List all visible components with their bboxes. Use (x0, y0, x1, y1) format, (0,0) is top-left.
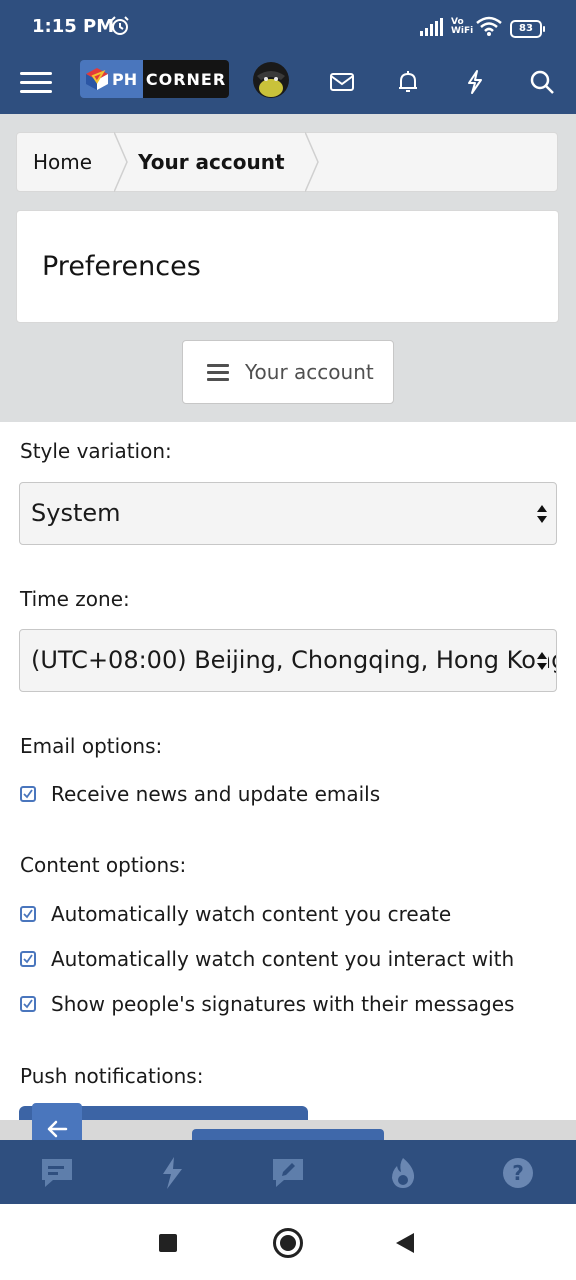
envelope-icon[interactable] (328, 68, 356, 96)
time-zone-label: Time zone: (20, 587, 130, 611)
checkbox-label: Automatically watch content you interact… (51, 947, 515, 971)
checkbox-label: Show people's signatures with their mess… (51, 992, 515, 1016)
page-title-text: Preferences (42, 251, 201, 282)
breadcrumb-separator-icon (304, 132, 319, 192)
edit-icon[interactable] (270, 1156, 306, 1190)
wifi-icon (476, 16, 502, 36)
battery-indicator: 83 (510, 20, 545, 38)
email-options-label: Email options: (20, 734, 163, 758)
your-account-button[interactable]: Your account (182, 340, 394, 404)
checkbox-show-signatures[interactable]: Show people's signatures with their mess… (20, 990, 514, 1018)
push-notifications-label: Push notifications: (20, 1064, 204, 1088)
bottom-tab-bar: ? (0, 1140, 576, 1204)
time-zone-select[interactable]: (UTC+08:00) Beijing, Chongqing, Hong Kon… (19, 629, 557, 692)
logo-cube-icon (86, 68, 108, 90)
menu-icon[interactable] (20, 66, 52, 98)
bell-icon[interactable] (394, 68, 422, 96)
avatar[interactable] (253, 62, 289, 98)
search-icon[interactable] (528, 68, 556, 96)
checkbox-checked-icon[interactable] (20, 786, 36, 802)
vowifi-label: Vo WiFi (451, 17, 474, 36)
select-arrows-icon (536, 503, 548, 525)
page-header-band: Home Your account Preferences Your accou… (0, 114, 576, 422)
logo-ph-text: PH (112, 69, 138, 89)
fire-icon[interactable] (385, 1156, 421, 1190)
site-logo[interactable]: PH CORNER (80, 60, 229, 98)
arrow-left-icon (47, 1120, 68, 1138)
system-navigation-bar (0, 1204, 576, 1280)
style-variation-select[interactable]: System (19, 482, 557, 545)
select-arrows-icon (536, 650, 548, 672)
page-title: Preferences (16, 210, 559, 323)
style-variation-value: System (31, 499, 121, 527)
help-icon[interactable]: ? (500, 1156, 536, 1190)
breadcrumb: Home Your account (16, 132, 558, 192)
checkbox-receive-news[interactable]: Receive news and update emails (20, 780, 380, 808)
home-icon[interactable] (273, 1228, 303, 1258)
checkbox-checked-icon[interactable] (20, 996, 36, 1012)
style-variation-label: Style variation: (20, 439, 172, 463)
signal-icon (420, 18, 443, 36)
checkbox-label: Receive news and update emails (51, 782, 381, 806)
lightning-icon[interactable] (155, 1156, 191, 1190)
content-options-label: Content options: (20, 853, 187, 877)
breadcrumb-current[interactable]: Your account (128, 150, 304, 174)
checkbox-checked-icon[interactable] (20, 951, 36, 967)
lightning-icon[interactable] (461, 68, 489, 96)
breadcrumb-separator-icon (114, 132, 128, 192)
your-account-label: Your account (245, 360, 374, 384)
logo-corner-text: CORNER (145, 69, 227, 89)
time-zone-value: (UTC+08:00) Beijing, Chongqing, Hong Kon… (31, 646, 557, 674)
top-navbar: PH CORNER (0, 54, 576, 114)
back-triangle-icon[interactable] (395, 1232, 415, 1254)
breadcrumb-home[interactable]: Home (17, 150, 114, 174)
checkbox-label: Automatically watch content you create (51, 902, 452, 926)
checkbox-watch-created[interactable]: Automatically watch content you create (20, 900, 451, 928)
status-bar: 1:15 PM Vo WiFi 83 (0, 0, 576, 54)
status-time: 1:15 PM (32, 16, 115, 37)
checkbox-checked-icon[interactable] (20, 906, 36, 922)
alarm-icon (111, 16, 129, 35)
menu-lines-icon (207, 360, 229, 385)
checkbox-watch-interacted[interactable]: Automatically watch content you interact… (20, 945, 514, 973)
recents-icon[interactable] (159, 1234, 177, 1252)
chat-icon[interactable] (39, 1156, 75, 1190)
svg-text:?: ? (512, 1161, 524, 1185)
